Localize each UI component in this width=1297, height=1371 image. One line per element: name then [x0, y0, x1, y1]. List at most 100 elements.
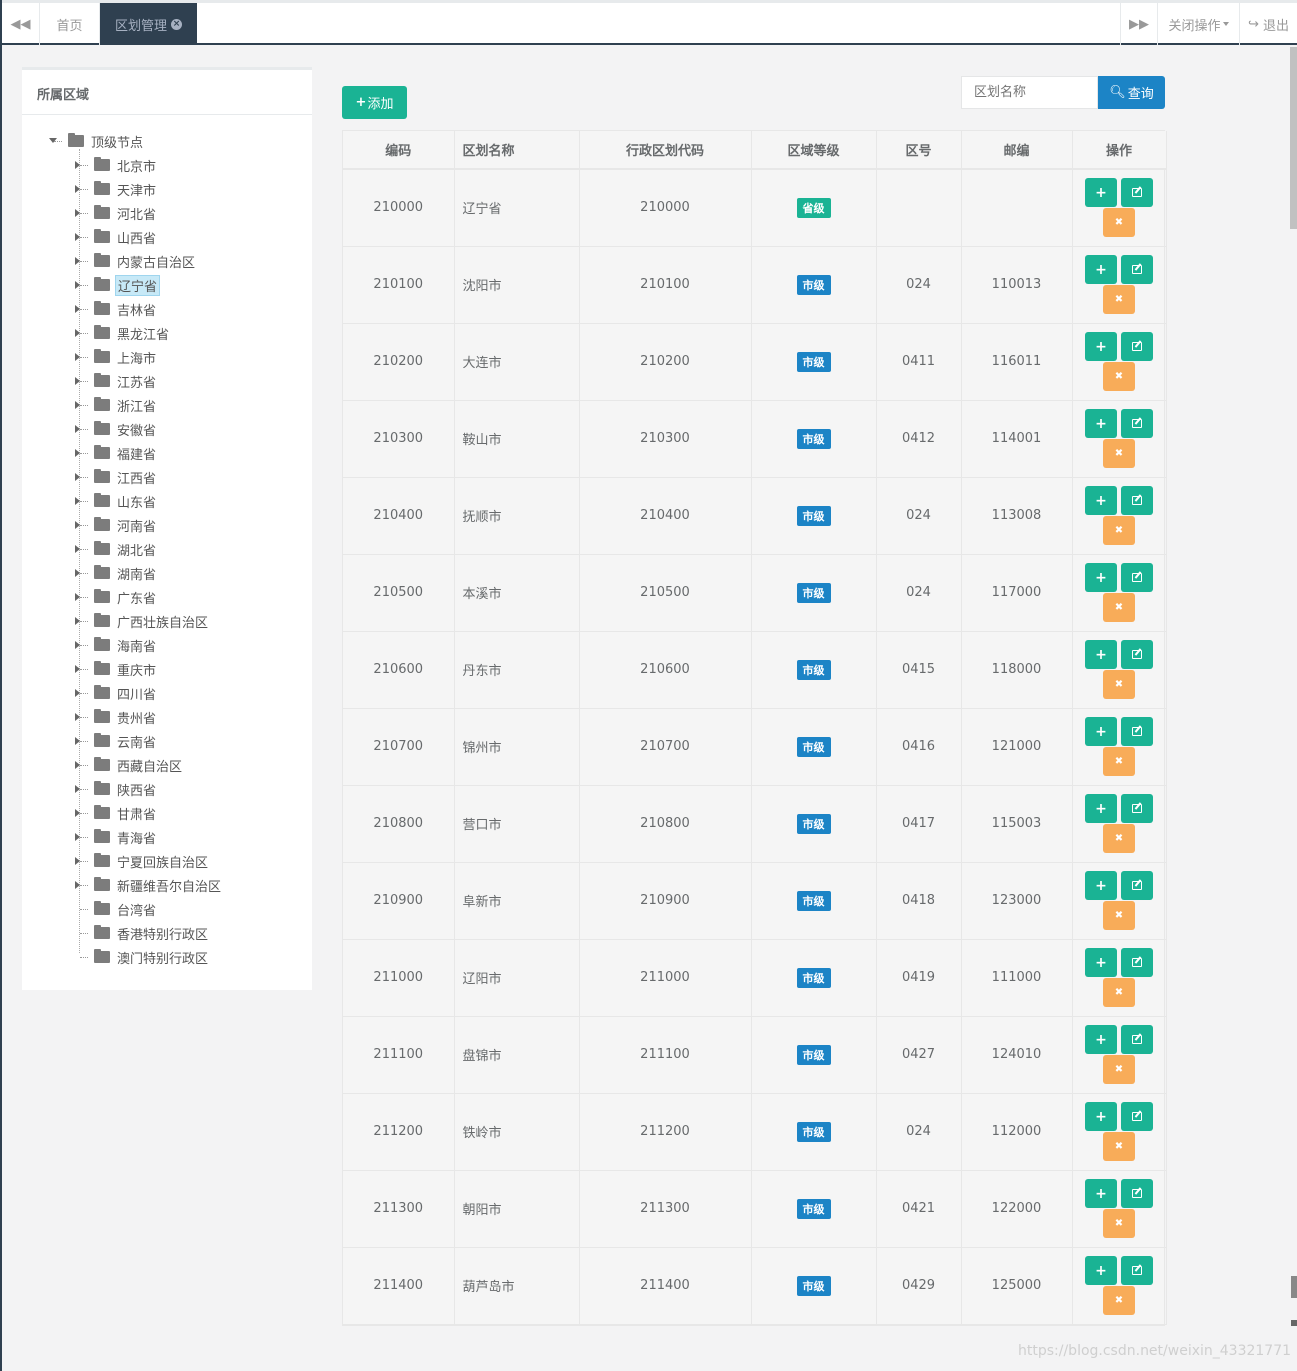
tree-node[interactable]: 山东省 [74, 491, 158, 511]
tree-node[interactable]: 广东省 [74, 587, 158, 607]
expand-toggle-icon[interactable] [74, 640, 88, 650]
delete-button[interactable]: ✖ [1103, 285, 1135, 314]
edit-button[interactable] [1121, 871, 1153, 900]
column-header-area-code[interactable]: 区号 [876, 131, 962, 170]
edit-button[interactable] [1121, 1025, 1153, 1054]
column-header-code[interactable]: 编码 [343, 131, 455, 170]
tree-node[interactable]: 吉林省 [74, 299, 158, 319]
add-child-button[interactable]: + [1085, 948, 1117, 977]
tree-node[interactable]: 新疆维吾尔自治区 [74, 875, 223, 895]
delete-button[interactable]: ✖ [1103, 1132, 1135, 1161]
tree-node[interactable]: 江苏省 [74, 371, 158, 391]
add-child-button[interactable]: + [1085, 1025, 1117, 1054]
tree-node-label[interactable]: 贵州省 [115, 707, 158, 728]
tree-node-label[interactable]: 湖北省 [115, 539, 158, 560]
tree-node-label[interactable]: 重庆市 [115, 659, 158, 680]
expand-toggle-icon[interactable] [74, 544, 88, 554]
delete-button[interactable]: ✖ [1103, 747, 1135, 776]
tree-node[interactable]: 黑龙江省 [74, 323, 171, 343]
close-tab-icon[interactable]: × [171, 18, 182, 30]
tree-node-label[interactable]: 香港特别行政区 [115, 923, 210, 944]
expand-toggle-icon[interactable] [74, 688, 88, 698]
expand-toggle-icon[interactable] [74, 352, 88, 362]
add-child-button[interactable]: + [1085, 486, 1117, 515]
expand-toggle-icon[interactable] [74, 424, 88, 434]
tree-node[interactable]: 辽宁省 [74, 274, 161, 296]
tree-node[interactable]: 浙江省 [74, 395, 158, 415]
expand-toggle-icon[interactable] [74, 280, 88, 290]
tree-node-label[interactable]: 青海省 [115, 827, 158, 848]
tree-node-label[interactable]: 黑龙江省 [115, 323, 171, 344]
tree-node[interactable]: 山西省 [74, 227, 158, 247]
tree-root-node[interactable]: 顶级节点 [48, 131, 145, 151]
scroll-tabs-left-button[interactable]: ◀◀ [2, 3, 40, 45]
tree-node-label[interactable]: 广西壮族自治区 [115, 611, 210, 632]
add-child-button[interactable]: + [1085, 640, 1117, 669]
tree-node[interactable]: 四川省 [74, 683, 158, 703]
tree-node[interactable]: 陕西省 [74, 779, 158, 799]
delete-button[interactable]: ✖ [1103, 1055, 1135, 1084]
expand-toggle-icon[interactable] [74, 880, 88, 890]
tree-node[interactable]: 湖南省 [74, 563, 158, 583]
tree-node-label[interactable]: 北京市 [115, 155, 158, 176]
vertical-scrollbar[interactable] [1290, 47, 1297, 229]
tree-node-label[interactable]: 湖南省 [115, 563, 158, 584]
tree-node[interactable]: 北京市 [74, 155, 158, 175]
expand-toggle-icon[interactable] [74, 400, 88, 410]
tree-node-label[interactable]: 宁夏回族自治区 [115, 851, 210, 872]
tree-node[interactable]: 上海市 [74, 347, 158, 367]
tree-node-label[interactable]: 内蒙古自治区 [115, 251, 197, 272]
tree-node-label[interactable]: 吉林省 [115, 299, 158, 320]
expand-toggle-icon[interactable] [74, 592, 88, 602]
expand-toggle-icon[interactable] [74, 832, 88, 842]
tree-node-label[interactable]: 西藏自治区 [115, 755, 184, 776]
column-header-admin-code[interactable]: 行政区划代码 [579, 131, 752, 170]
add-child-button[interactable]: + [1085, 717, 1117, 746]
delete-button[interactable]: ✖ [1103, 1209, 1135, 1238]
expand-toggle-icon[interactable] [74, 328, 88, 338]
edit-button[interactable] [1121, 717, 1153, 746]
column-header-name[interactable]: 区划名称 [454, 131, 580, 170]
tree-node-label[interactable]: 浙江省 [115, 395, 158, 416]
tree-node[interactable]: 云南省 [74, 731, 158, 751]
expand-toggle-icon[interactable] [74, 784, 88, 794]
expand-toggle-icon[interactable] [74, 496, 88, 506]
add-child-button[interactable]: + [1085, 1179, 1117, 1208]
tree-node[interactable]: 湖北省 [74, 539, 158, 559]
tree-node-label[interactable]: 海南省 [115, 635, 158, 656]
edit-button[interactable] [1121, 255, 1153, 284]
tree-node[interactable]: 宁夏回族自治区 [74, 851, 210, 871]
tree-node-label[interactable]: 澳门特别行政区 [115, 947, 210, 968]
expand-toggle-icon[interactable] [74, 376, 88, 386]
edit-button[interactable] [1121, 1102, 1153, 1131]
expand-toggle-icon[interactable] [74, 568, 88, 578]
edit-button[interactable] [1121, 178, 1153, 208]
expand-toggle-icon[interactable] [74, 472, 88, 482]
add-child-button[interactable]: + [1085, 332, 1117, 361]
tree-node-label[interactable]: 江苏省 [115, 371, 158, 392]
tree-node-label[interactable]: 山西省 [115, 227, 158, 248]
expand-toggle-icon[interactable] [74, 184, 88, 194]
tree-node-label[interactable]: 辽宁省 [115, 274, 161, 296]
tree-node[interactable]: 台湾省 [74, 899, 158, 919]
tree-node[interactable]: 河南省 [74, 515, 158, 535]
edit-button[interactable] [1121, 563, 1153, 592]
close-operations-dropdown[interactable]: 关闭操作 [1158, 3, 1240, 45]
expand-toggle-icon[interactable] [74, 448, 88, 458]
expand-toggle-icon[interactable] [74, 712, 88, 722]
expand-toggle-icon[interactable] [74, 160, 88, 170]
add-child-button[interactable]: + [1085, 794, 1117, 823]
add-child-button[interactable]: + [1085, 563, 1117, 592]
tree-node[interactable]: 内蒙古自治区 [74, 251, 197, 271]
tree-node[interactable]: 江西省 [74, 467, 158, 487]
logout-button[interactable]: ↪ 退出 [1240, 3, 1297, 45]
expand-toggle-icon[interactable] [74, 208, 88, 218]
tree-node[interactable]: 安徽省 [74, 419, 158, 439]
add-child-button[interactable]: + [1085, 178, 1117, 208]
expand-toggle-icon[interactable] [74, 808, 88, 818]
tree-node-label[interactable]: 河南省 [115, 515, 158, 536]
tree-node-label[interactable]: 台湾省 [115, 899, 158, 920]
delete-button[interactable]: ✖ [1103, 439, 1135, 468]
delete-button[interactable]: ✖ [1103, 1286, 1135, 1315]
tree-node-label[interactable]: 江西省 [115, 467, 158, 488]
